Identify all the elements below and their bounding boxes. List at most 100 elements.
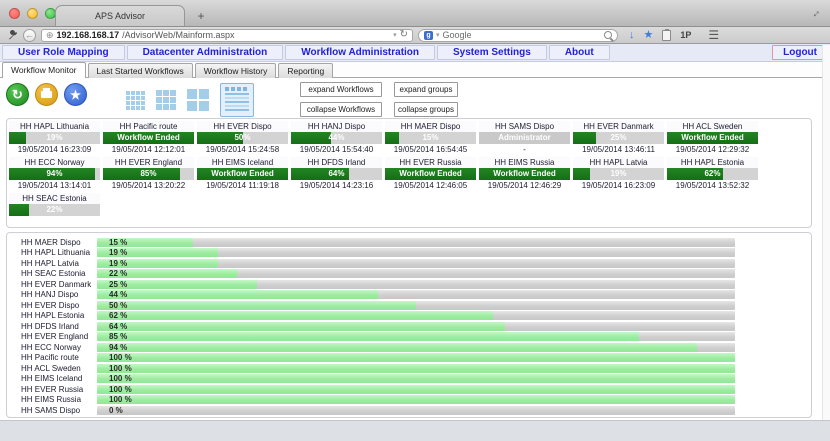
menu-item-datacenter-administration[interactable]: Datacenter Administration xyxy=(126,45,284,60)
workflow-progress-percent: 19 % xyxy=(109,248,128,258)
browser-navbar: ← ⊕ 192.168.168.17 /AdvisorWeb/Mainform.… xyxy=(0,27,830,44)
workflow-card-title: HH MAER Dispo xyxy=(385,121,476,132)
workflow-card[interactable]: HH MAER Dispo 15% 19/05/2014 16:54:45 xyxy=(385,121,476,155)
medium-tiles-view-icon[interactable] xyxy=(156,90,176,110)
refresh-icon[interactable]: ↻ xyxy=(6,83,29,106)
workflow-progress-percent: 50 % xyxy=(109,300,128,310)
workflow-card-status-text: Administrator xyxy=(498,133,551,142)
menu-item-user-role-mapping[interactable]: User Role Mapping xyxy=(2,45,125,60)
search-engine-icon[interactable]: g xyxy=(424,30,433,40)
workflow-progress-fill xyxy=(97,374,735,384)
search-bar[interactable]: g ▾ Google xyxy=(418,28,618,42)
workflow-card-status-text: Workflow Ended xyxy=(117,133,180,142)
workflow-progress-panel: HH MAER Dispo 15 % HH HAPL Lithuania 19 % HH… xyxy=(6,232,812,418)
site-identity-icon[interactable]: ⊕ xyxy=(46,30,54,40)
workflow-progress-track: 94 % xyxy=(97,342,735,352)
workflow-progress-track: 100 % xyxy=(97,384,735,394)
workflow-card[interactable]: HH SEAC Estonia 22% xyxy=(9,193,100,227)
workflow-card[interactable]: HH EVER Russia Workflow Ended 19/05/2014 1… xyxy=(385,157,476,191)
favorite-icon[interactable]: ★ xyxy=(64,83,87,106)
new-tab-button[interactable]: + xyxy=(192,9,210,23)
workflow-card[interactable]: HH DFDS Irland 64% 19/05/2014 14:23:16 xyxy=(291,157,382,191)
workflow-progress-fill xyxy=(97,311,493,321)
workflow-progress-percent: 85 % xyxy=(109,332,128,342)
workflow-card[interactable]: HH HANJ Dispo 44% 19/05/2014 15:54:40 xyxy=(291,121,382,155)
workflow-progress-label: HH ECC Norway xyxy=(21,342,82,352)
minimize-window-button[interactable] xyxy=(27,8,38,19)
workflow-card[interactable]: HH HAPL Latvia 19% 19/05/2014 16:23:09 xyxy=(573,157,664,191)
workflow-card-status-text: 94% xyxy=(46,169,63,178)
browser-tab-title: APS Advisor xyxy=(94,11,146,21)
workflow-progress-row: HH DFDS Irland 64 % xyxy=(7,321,811,332)
bookmark-icon[interactable]: ★ xyxy=(644,29,654,41)
workflow-card-title: HH ACL Sweden xyxy=(667,121,758,132)
menu-icon[interactable]: ☰ xyxy=(708,28,719,42)
workflow-progress-label: HH SAMS Dispo xyxy=(21,405,81,415)
logout-button[interactable]: Logout xyxy=(772,45,828,60)
workflow-card[interactable]: HH ECC Norway 94% 19/05/2014 13:14:01 xyxy=(9,157,100,191)
workflow-progress-label: HH HAPL Lithuania xyxy=(21,248,91,258)
wrench-icon[interactable] xyxy=(7,29,18,41)
small-tiles-view-icon[interactable] xyxy=(126,90,145,110)
browser-tab[interactable]: APS Advisor xyxy=(55,5,185,26)
workflow-card-status-text: 50% xyxy=(234,133,251,142)
workflow-card-timestamp: 19/05/2014 13:14:01 xyxy=(17,181,92,190)
workflow-card[interactable]: HH HAPL Lithuania 19% 19/05/2014 16:23:09 xyxy=(9,121,100,155)
window-controls[interactable] xyxy=(9,8,56,19)
workflow-card-progress-bar: 22% xyxy=(9,204,100,216)
workflow-card[interactable]: HH Pacific route Workflow Ended 19/05/2014… xyxy=(103,121,194,155)
clipboard-extension-icon[interactable] xyxy=(662,28,672,41)
workflow-card-timestamp: 19/05/2014 12:46:05 xyxy=(393,181,468,190)
print-icon[interactable] xyxy=(35,83,58,106)
large-tiles-view-icon[interactable] xyxy=(187,89,209,111)
tab-reporting[interactable]: Reporting xyxy=(278,63,334,78)
reload-icon[interactable]: ↻ xyxy=(400,30,408,40)
menu-item-about[interactable]: About xyxy=(548,45,610,60)
workflow-card-title: HH EIMS Iceland xyxy=(197,157,288,168)
fullscreen-icon[interactable]: ↔ xyxy=(807,5,823,21)
url-dropdown-icon[interactable]: ▾ xyxy=(393,31,397,39)
workflow-card[interactable]: HH EVER Danmark 25% 19/05/2014 13:46:11 xyxy=(573,121,664,155)
workflow-progress-row: HH ACL Sweden 100 % xyxy=(7,363,811,374)
collapse-groups-button[interactable]: collapse groups xyxy=(394,102,458,117)
workflow-card[interactable]: HH SAMS Dispo Administrator - xyxy=(479,121,570,155)
workflow-card-timestamp xyxy=(9,216,100,227)
collapse-workflows-button[interactable]: collapse Workflows xyxy=(300,102,382,117)
workflow-progress-percent: 100 % xyxy=(109,363,132,373)
workflow-card[interactable]: HH ACL Sweden Workflow Ended 19/05/2014 12… xyxy=(667,121,758,155)
tab-workflow-monitor[interactable]: Workflow Monitor xyxy=(2,62,86,78)
search-placeholder: Google xyxy=(442,30,472,40)
expand-groups-button[interactable]: expand groups xyxy=(394,82,458,97)
workflow-card[interactable]: HH EVER Dispo 50% 19/05/2014 15:24:58 xyxy=(197,121,288,155)
search-icon[interactable] xyxy=(604,31,612,39)
workflow-card[interactable]: HH EIMS Iceland Workflow Ended 19/05/2014 … xyxy=(197,157,288,191)
downloads-icon[interactable]: ↓ xyxy=(629,29,635,41)
tab-last-started-workflows[interactable]: Last Started Workflows xyxy=(87,63,193,78)
back-button[interactable]: ← xyxy=(23,28,36,42)
workflow-progress-label: HH HANJ Dispo xyxy=(21,290,79,300)
workflow-progress-label: HH HAPL Latvia xyxy=(21,258,79,268)
url-bar[interactable]: ⊕ 192.168.168.17 /AdvisorWeb/Mainform.as… xyxy=(41,28,413,42)
expand-workflows-button[interactable]: expand Workflows xyxy=(300,82,382,97)
workflow-card-title: HH EVER Russia xyxy=(385,157,476,168)
workflow-card-progress-bar: 64% xyxy=(291,168,382,180)
list-view-icon-selected[interactable] xyxy=(220,83,254,117)
workflow-card[interactable]: HH EIMS Russia Workflow Ended 19/05/2014 1… xyxy=(479,157,570,191)
workflow-progress-fill xyxy=(97,342,697,352)
onepassword-icon[interactable]: 1P xyxy=(680,30,691,40)
workflow-progress-track: 15 % xyxy=(97,237,735,247)
workflow-card[interactable]: HH EVER England 85% 19/05/2014 13:20:22 xyxy=(103,157,194,191)
search-engine-dropdown-icon[interactable]: ▾ xyxy=(436,31,440,39)
workflow-progress-label: HH EIMS Iceland xyxy=(21,374,83,384)
workflow-progress-row: HH EVER Danmark 25 % xyxy=(7,279,811,290)
workflow-progress-label: HH EVER Dispo xyxy=(21,300,80,310)
workflow-progress-percent: 15 % xyxy=(109,237,128,247)
workflow-card-status-text: 25% xyxy=(610,133,627,142)
menu-item-system-settings[interactable]: System Settings xyxy=(437,45,547,60)
close-window-button[interactable] xyxy=(9,8,20,19)
workflow-progress-track: 100 % xyxy=(97,395,735,405)
tab-workflow-history[interactable]: Workflow History xyxy=(194,63,277,78)
page-scrollbar[interactable] xyxy=(822,45,830,420)
workflow-card[interactable]: HH HAPL Estonia 62% 19/05/2014 13:52:32 xyxy=(667,157,758,191)
menu-item-workflow-administration[interactable]: Workflow Administration xyxy=(285,45,436,60)
